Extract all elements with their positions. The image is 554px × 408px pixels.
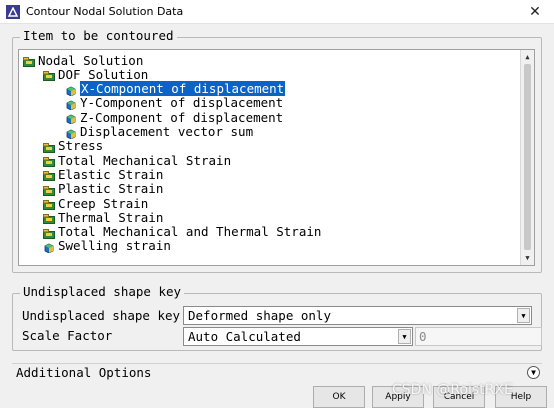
folder-icon	[43, 155, 55, 168]
tree-item[interactable]: Thermal Strain	[43, 209, 164, 225]
scale-factor-value: Auto Calculated	[188, 329, 301, 344]
dropdown-arrow-icon[interactable]: ▼	[517, 308, 530, 323]
scroll-down-icon[interactable]: ▼	[521, 252, 534, 264]
cube-icon	[43, 241, 55, 254]
folder-icon	[23, 55, 35, 67]
tree-item[interactable]: DOF Solution	[43, 66, 149, 82]
folder-icon	[43, 184, 55, 196]
scroll-up-icon[interactable]: ▲	[521, 51, 534, 63]
tree-item[interactable]: X-Component of displacement	[65, 80, 287, 98]
watermark: CSDN @RoistRXE	[392, 382, 513, 398]
scroll-thumb[interactable]	[524, 64, 531, 250]
tree-item-label: Total Mechanical Strain	[58, 152, 232, 168]
close-icon[interactable]: ✕	[526, 3, 544, 21]
window-title: Contour Nodal Solution Data	[26, 5, 184, 18]
folder-icon	[43, 141, 55, 153]
tree-item-label: X-Component of displacement	[78, 80, 287, 98]
shape-key-label: Undisplaced shape key	[22, 308, 181, 323]
scale-factor-label: Scale Factor	[22, 328, 113, 343]
folder-icon	[43, 198, 55, 210]
scale-factor-input[interactable]: 0	[415, 327, 542, 346]
tree-item[interactable]: Plastic Strain	[43, 181, 164, 197]
tree-item[interactable]: Displacement vector sum	[65, 124, 254, 139]
title-bar: Contour Nodal Solution Data ✕	[0, 0, 554, 24]
cube-icon	[65, 98, 77, 111]
cube-icon	[65, 112, 77, 125]
app-logo-icon	[6, 4, 20, 19]
additional-options-bar[interactable]: Additional Options ▼	[12, 363, 542, 381]
tree-item-label: Stress	[58, 138, 104, 154]
tree-item-label: Swelling strain	[58, 238, 171, 254]
tree-item[interactable]: Swelling strain	[43, 238, 171, 254]
dropdown-arrow-icon[interactable]: ▼	[398, 329, 411, 344]
tree-item-label: Nodal Solution	[38, 52, 144, 68]
additional-options-label: Additional Options	[16, 365, 152, 380]
tree-item-label: Y-Component of displacement	[80, 95, 284, 111]
tree-item-label: Plastic Strain	[58, 181, 164, 197]
cube-icon	[65, 84, 77, 97]
tree-item[interactable]: Stress	[43, 138, 104, 154]
tree-item[interactable]: Nodal Solution	[23, 52, 144, 68]
shape-key-select[interactable]: Deformed shape only ▼	[183, 306, 532, 325]
shape-key-value: Deformed shape only	[188, 308, 331, 323]
tree-item-label: Elastic Strain	[58, 166, 164, 182]
folder-icon	[43, 69, 55, 82]
solution-tree[interactable]: Nodal Solution DOF Solution X-Component of…	[18, 49, 535, 266]
expand-chevron-icon[interactable]: ▼	[527, 366, 540, 379]
scale-factor-select[interactable]: Auto Calculated ▼	[183, 327, 413, 346]
tree-item-label: Creep Strain	[58, 195, 149, 211]
ok-button[interactable]: OK	[313, 386, 365, 408]
tree-item[interactable]: Y-Component of displacement	[65, 95, 284, 111]
tree-item-label: Total Mechanical and Thermal Strain	[58, 224, 322, 240]
shape-group-label: Undisplaced shape key	[20, 284, 185, 299]
tree-item[interactable]: Creep Strain	[43, 195, 149, 211]
tree-item-label: Displacement vector sum	[80, 124, 254, 139]
item-group-label: Item to be contoured	[20, 28, 177, 43]
cube-icon	[65, 127, 77, 139]
tree-vertical-scrollbar[interactable]: ▲ ▼	[520, 50, 534, 265]
tree-item-label: Z-Component of displacement	[80, 109, 284, 125]
folder-icon	[43, 169, 55, 182]
tree-item-label: DOF Solution	[58, 66, 149, 82]
tree-item-label: Thermal Strain	[58, 209, 164, 225]
tree-item[interactable]: Elastic Strain	[43, 166, 164, 182]
tree-item[interactable]: Total Mechanical Strain	[43, 152, 232, 168]
tree-item[interactable]: Z-Component of displacement	[65, 109, 284, 125]
folder-icon	[43, 227, 55, 239]
tree-item[interactable]: Total Mechanical and Thermal Strain	[43, 224, 322, 240]
folder-icon	[43, 212, 55, 225]
